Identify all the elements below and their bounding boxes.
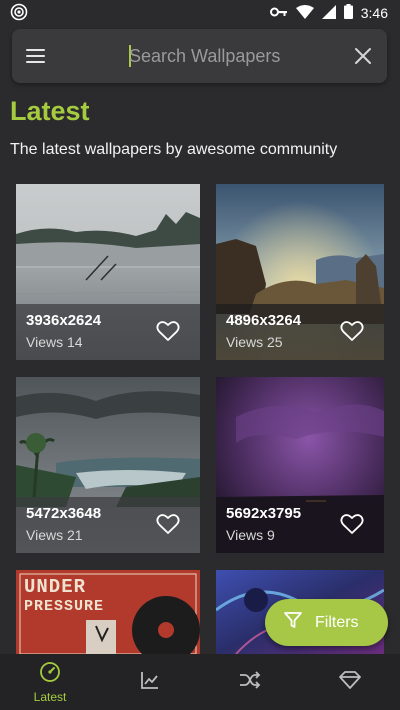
gauge-icon <box>39 661 61 688</box>
wallpaper-card[interactable]: 4896x3264 Views 25 <box>216 184 384 360</box>
nav-random[interactable] <box>200 654 300 710</box>
wallpaper-views: Views 25 <box>226 334 283 350</box>
wallpaper-resolution: 3936x2624 <box>26 312 102 329</box>
wallpaper-poster-text: UNDER PRESSURE <box>24 576 105 616</box>
page-title: Latest <box>10 96 90 126</box>
diamond-icon <box>338 669 362 696</box>
nav-premium[interactable] <box>300 654 400 710</box>
status-icons: 3:46 <box>269 4 388 22</box>
nav-trending[interactable] <box>100 654 200 710</box>
filters-button[interactable]: Filters <box>265 599 388 646</box>
page-subtitle: The latest wallpapers by awesome communi… <box>10 141 338 158</box>
wallpaper-views: Views 14 <box>26 334 83 350</box>
wallpaper-resolution: 5472x3648 <box>26 505 102 522</box>
vpn-key-icon <box>269 5 288 21</box>
bottom-navigation: Latest <box>0 654 400 710</box>
wallpaper-card[interactable]: 3936x2624 Views 14 <box>16 184 200 360</box>
favorite-heart-icon[interactable] <box>156 513 180 535</box>
search-input[interactable] <box>129 43 329 69</box>
signal-icon <box>321 4 336 22</box>
wallpaper-card[interactable]: 5692x3795 Views 9 <box>216 377 384 553</box>
wallpaper-card[interactable]: UNDER PRESSURE <box>16 570 200 654</box>
app-screen: 3:46 Latest The latest wallpapers by awe… <box>0 0 400 710</box>
shuffle-icon <box>238 669 262 696</box>
wifi-icon <box>295 4 314 22</box>
wallpaper-views: Views 21 <box>26 527 83 543</box>
favorite-heart-icon[interactable] <box>340 320 364 342</box>
filter-funnel-icon <box>283 610 303 635</box>
wallpaper-card[interactable]: 5472x3648 Views 21 <box>16 377 200 553</box>
trending-chart-icon <box>139 669 161 696</box>
battery-icon <box>343 4 353 22</box>
status-bar: 3:46 <box>0 0 400 26</box>
wallpaper-resolution: 4896x3264 <box>226 312 302 329</box>
search-bar <box>12 29 387 83</box>
nav-latest-label: Latest <box>33 689 67 704</box>
favorite-heart-icon[interactable] <box>340 513 364 535</box>
clock: 3:46 <box>360 5 388 21</box>
hotspot-icon <box>10 3 28 24</box>
wallpaper-resolution: 5692x3795 <box>226 505 302 522</box>
menu-icon[interactable] <box>26 44 48 68</box>
filters-label: Filters <box>315 613 359 631</box>
nav-latest[interactable]: Latest <box>0 654 100 710</box>
close-icon[interactable] <box>353 46 373 66</box>
wallpaper-views: Views 9 <box>226 527 275 543</box>
favorite-heart-icon[interactable] <box>156 320 180 342</box>
